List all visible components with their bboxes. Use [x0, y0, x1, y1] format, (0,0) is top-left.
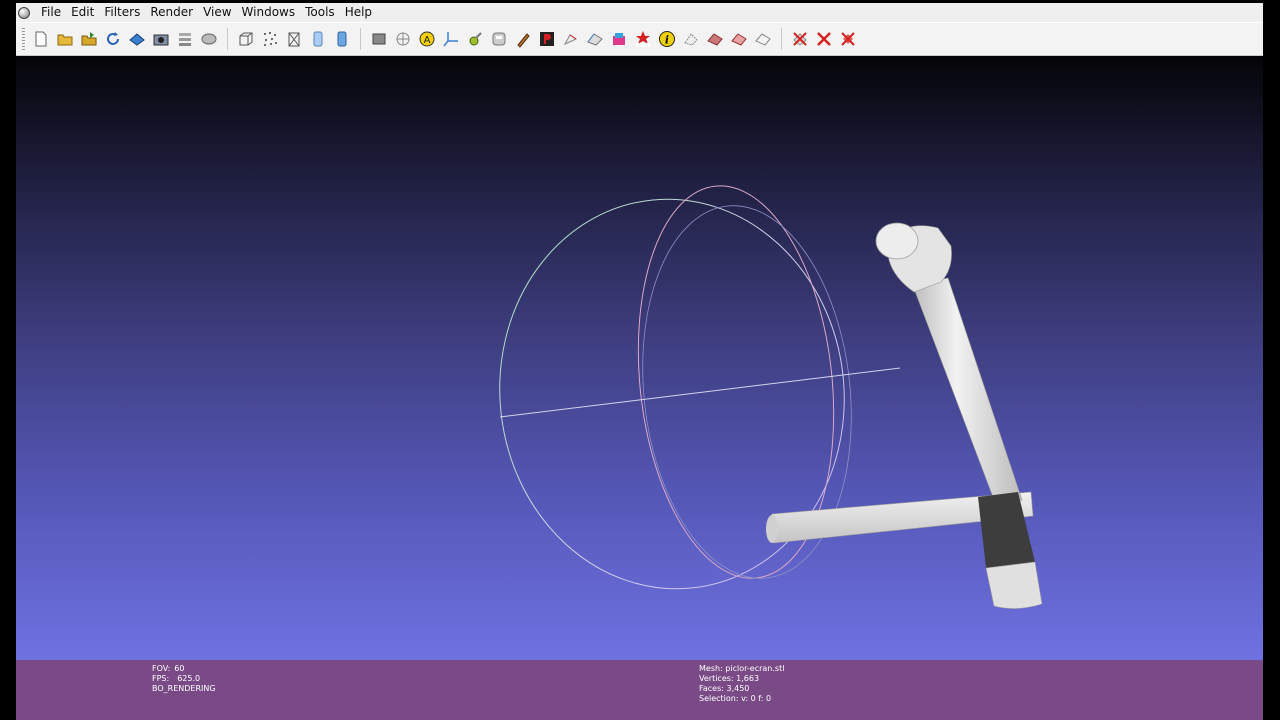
wireframe-icon[interactable] — [283, 28, 305, 50]
open-project-icon[interactable] — [54, 28, 76, 50]
menu-filters[interactable]: Filters — [99, 3, 145, 22]
select-tool-2-icon[interactable] — [704, 28, 726, 50]
svg-text:A: A — [424, 35, 431, 46]
menu-view[interactable]: View — [198, 3, 236, 22]
fov-label: FOV: — [152, 664, 171, 673]
select-faces-icon[interactable] — [584, 28, 606, 50]
rendering-mode: BO_RENDERING — [152, 684, 216, 693]
reload-icon[interactable] — [102, 28, 124, 50]
options-icon[interactable] — [198, 28, 220, 50]
new-project-icon[interactable] — [30, 28, 52, 50]
toolbar: A i — [16, 23, 1263, 56]
svg-text:i: i — [665, 34, 669, 47]
fov-value: 60 — [174, 664, 185, 673]
menu-render[interactable]: Render — [145, 3, 198, 22]
delete-all-icon[interactable] — [837, 28, 859, 50]
color-tool-icon[interactable] — [608, 28, 630, 50]
select-tool-1-icon[interactable] — [680, 28, 702, 50]
toolbar-separator — [781, 28, 782, 50]
info-icon[interactable]: i — [656, 28, 678, 50]
smooth-shading-icon[interactable] — [331, 28, 353, 50]
selection-info: Selection: v: 0 f: 0 — [699, 694, 772, 703]
trackball-axis — [499, 367, 901, 418]
meshlab-window: File Edit Filters Render View Windows To… — [16, 3, 1263, 720]
mesh-lower-cylinder — [985, 561, 1043, 609]
select-tool-4-icon[interactable] — [752, 28, 774, 50]
delete-faces-icon[interactable] — [789, 28, 811, 50]
points-icon[interactable] — [259, 28, 281, 50]
edit-tool-icon[interactable] — [464, 28, 486, 50]
fps-label: FPS: — [152, 674, 170, 683]
face-count: Faces: 3,450 — [699, 684, 750, 693]
export-mesh-icon[interactable] — [126, 28, 148, 50]
info-panel: FOV: 60 FPS: 625.0 BO_RENDERING Mesh: picl… — [16, 660, 1263, 720]
menu-windows[interactable]: Windows — [237, 3, 301, 22]
3d-viewport[interactable] — [16, 56, 1263, 663]
vertex-count: Vertices: 1,663 — [699, 674, 760, 683]
delete-vertices-icon[interactable] — [813, 28, 835, 50]
mesh-name: Mesh: piclor-ecran.stl — [699, 664, 785, 673]
mesh-pivot-cap — [875, 222, 919, 260]
mesh-arm — [912, 277, 1023, 506]
layers-icon[interactable] — [174, 28, 196, 50]
snapshot-icon[interactable] — [150, 28, 172, 50]
menu-file[interactable]: File — [36, 3, 66, 22]
flat-shading-icon[interactable] — [307, 28, 329, 50]
toolbar-separator — [227, 28, 228, 50]
fps-value: 625.0 — [177, 674, 201, 683]
mesh-bar-end — [766, 515, 778, 543]
mesh-info: Mesh: piclor-ecran.stl Vertices: 1,663 F… — [699, 664, 784, 704]
menu-help[interactable]: Help — [340, 3, 377, 22]
lighting-icon[interactable] — [368, 28, 390, 50]
annotation-icon[interactable]: A — [416, 28, 438, 50]
toolbar-grip[interactable] — [22, 28, 25, 50]
menu-edit[interactable]: Edit — [66, 3, 99, 22]
select-vertices-icon[interactable] — [560, 28, 582, 50]
import-mesh-icon[interactable] — [78, 28, 100, 50]
app-icon — [18, 6, 30, 19]
paint-icon[interactable] — [512, 28, 534, 50]
axis-icon[interactable] — [440, 28, 462, 50]
menu-bar: File Edit Filters Render View Windows To… — [16, 3, 1263, 22]
toolbar-separator — [360, 28, 361, 50]
render-info: FOV: 60 FPS: 625.0 BO_RENDERING — [152, 664, 216, 694]
select-tool-3-icon[interactable] — [728, 28, 750, 50]
trackball-icon[interactable] — [392, 28, 414, 50]
scene — [499, 185, 1043, 609]
menu-tools[interactable]: Tools — [300, 3, 340, 22]
secret-icon[interactable] — [632, 28, 654, 50]
bbox-icon[interactable] — [235, 28, 257, 50]
save-tool-icon[interactable] — [488, 28, 510, 50]
p-tool-icon[interactable] — [536, 28, 558, 50]
